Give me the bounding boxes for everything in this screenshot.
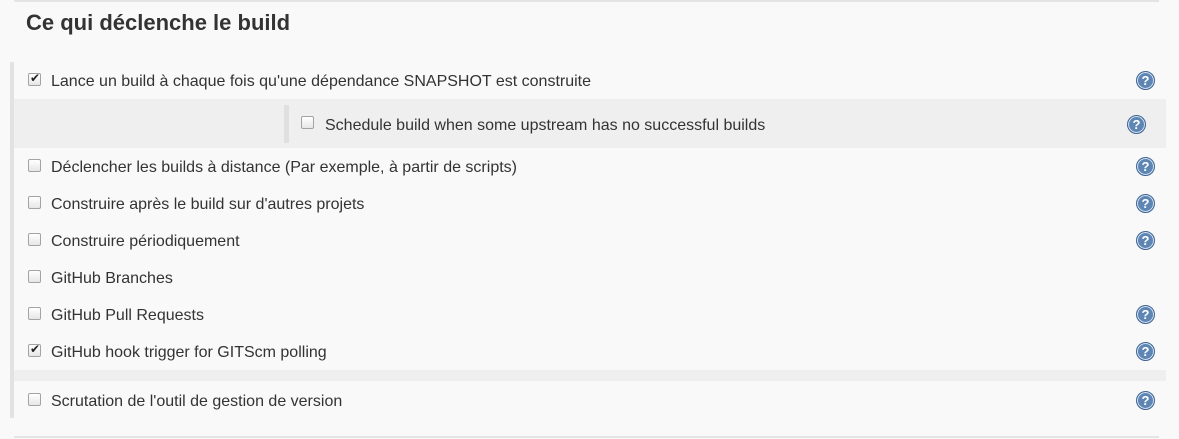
trigger-github-pull-requests: GitHub Pull Requests ? — [14, 298, 1166, 332]
github-hook-checkbox[interactable]: ✔ — [28, 342, 41, 357]
after-other-projects-label[interactable]: Construire après le build sur d'autres p… — [51, 196, 364, 214]
remote-builds-label[interactable]: Déclencher les builds à distance (Par ex… — [51, 159, 517, 177]
trigger-scm-polling: Scrutation de l'outil de gestion de vers… — [14, 384, 1166, 418]
trigger-remote-builds: Déclencher les builds à distance (Par ex… — [14, 150, 1166, 184]
periodic-checkbox[interactable] — [28, 233, 41, 246]
upstream-no-success-checkbox[interactable] — [301, 116, 314, 129]
github-pull-requests-checkbox[interactable] — [28, 307, 41, 320]
periodic-label[interactable]: Construire périodiquement — [51, 233, 240, 251]
section-title: Ce qui déclenche le build — [26, 10, 291, 35]
trigger-periodic: Construire périodiquement ? — [14, 224, 1166, 258]
help-icon[interactable]: ? — [1136, 391, 1155, 410]
after-other-projects-checkbox[interactable] — [28, 196, 41, 209]
github-branches-checkbox[interactable] — [28, 270, 41, 283]
github-branches-label[interactable]: GitHub Branches — [51, 270, 173, 288]
snapshot-dependency-label[interactable]: Lance un build à chaque fois qu'une dépe… — [51, 73, 591, 91]
scm-polling-checkbox[interactable] — [28, 393, 41, 406]
row-separator — [14, 370, 1166, 381]
bottom-divider — [14, 436, 1159, 438]
help-icon[interactable]: ? — [1136, 231, 1155, 250]
trigger-github-hook: ✔ GitHub hook trigger for GITScm polling… — [14, 335, 1166, 369]
trigger-snapshot-dependency: ✔ Lance un build à chaque fois qu'une dé… — [14, 64, 1166, 98]
github-hook-label[interactable]: GitHub hook trigger for GITScm polling — [51, 344, 327, 362]
build-triggers-panel: Ce qui déclenche le build ✔ Lance un bui… — [0, 0, 1179, 439]
help-icon[interactable]: ? — [1136, 305, 1155, 324]
help-icon[interactable]: ? — [1136, 342, 1155, 361]
trigger-upstream-no-success: Schedule build when some upstream has no… — [289, 108, 1154, 142]
scm-polling-label[interactable]: Scrutation de l'outil de gestion de vers… — [51, 393, 342, 411]
trigger-github-branches: GitHub Branches — [14, 261, 1166, 295]
snapshot-dependency-checkbox[interactable]: ✔ — [28, 71, 41, 86]
help-icon[interactable]: ? — [1136, 194, 1155, 213]
help-icon[interactable]: ? — [1127, 115, 1146, 134]
top-divider — [14, 0, 1159, 2]
help-icon[interactable]: ? — [1136, 71, 1155, 90]
checkmark-icon: ✔ — [29, 71, 41, 85]
github-pull-requests-label[interactable]: GitHub Pull Requests — [51, 307, 204, 325]
checkmark-icon: ✔ — [29, 342, 41, 356]
help-icon[interactable]: ? — [1136, 157, 1155, 176]
upstream-no-success-label[interactable]: Schedule build when some upstream has no… — [325, 117, 765, 135]
trigger-after-other-projects: Construire après le build sur d'autres p… — [14, 187, 1166, 221]
remote-builds-checkbox[interactable] — [28, 159, 41, 172]
